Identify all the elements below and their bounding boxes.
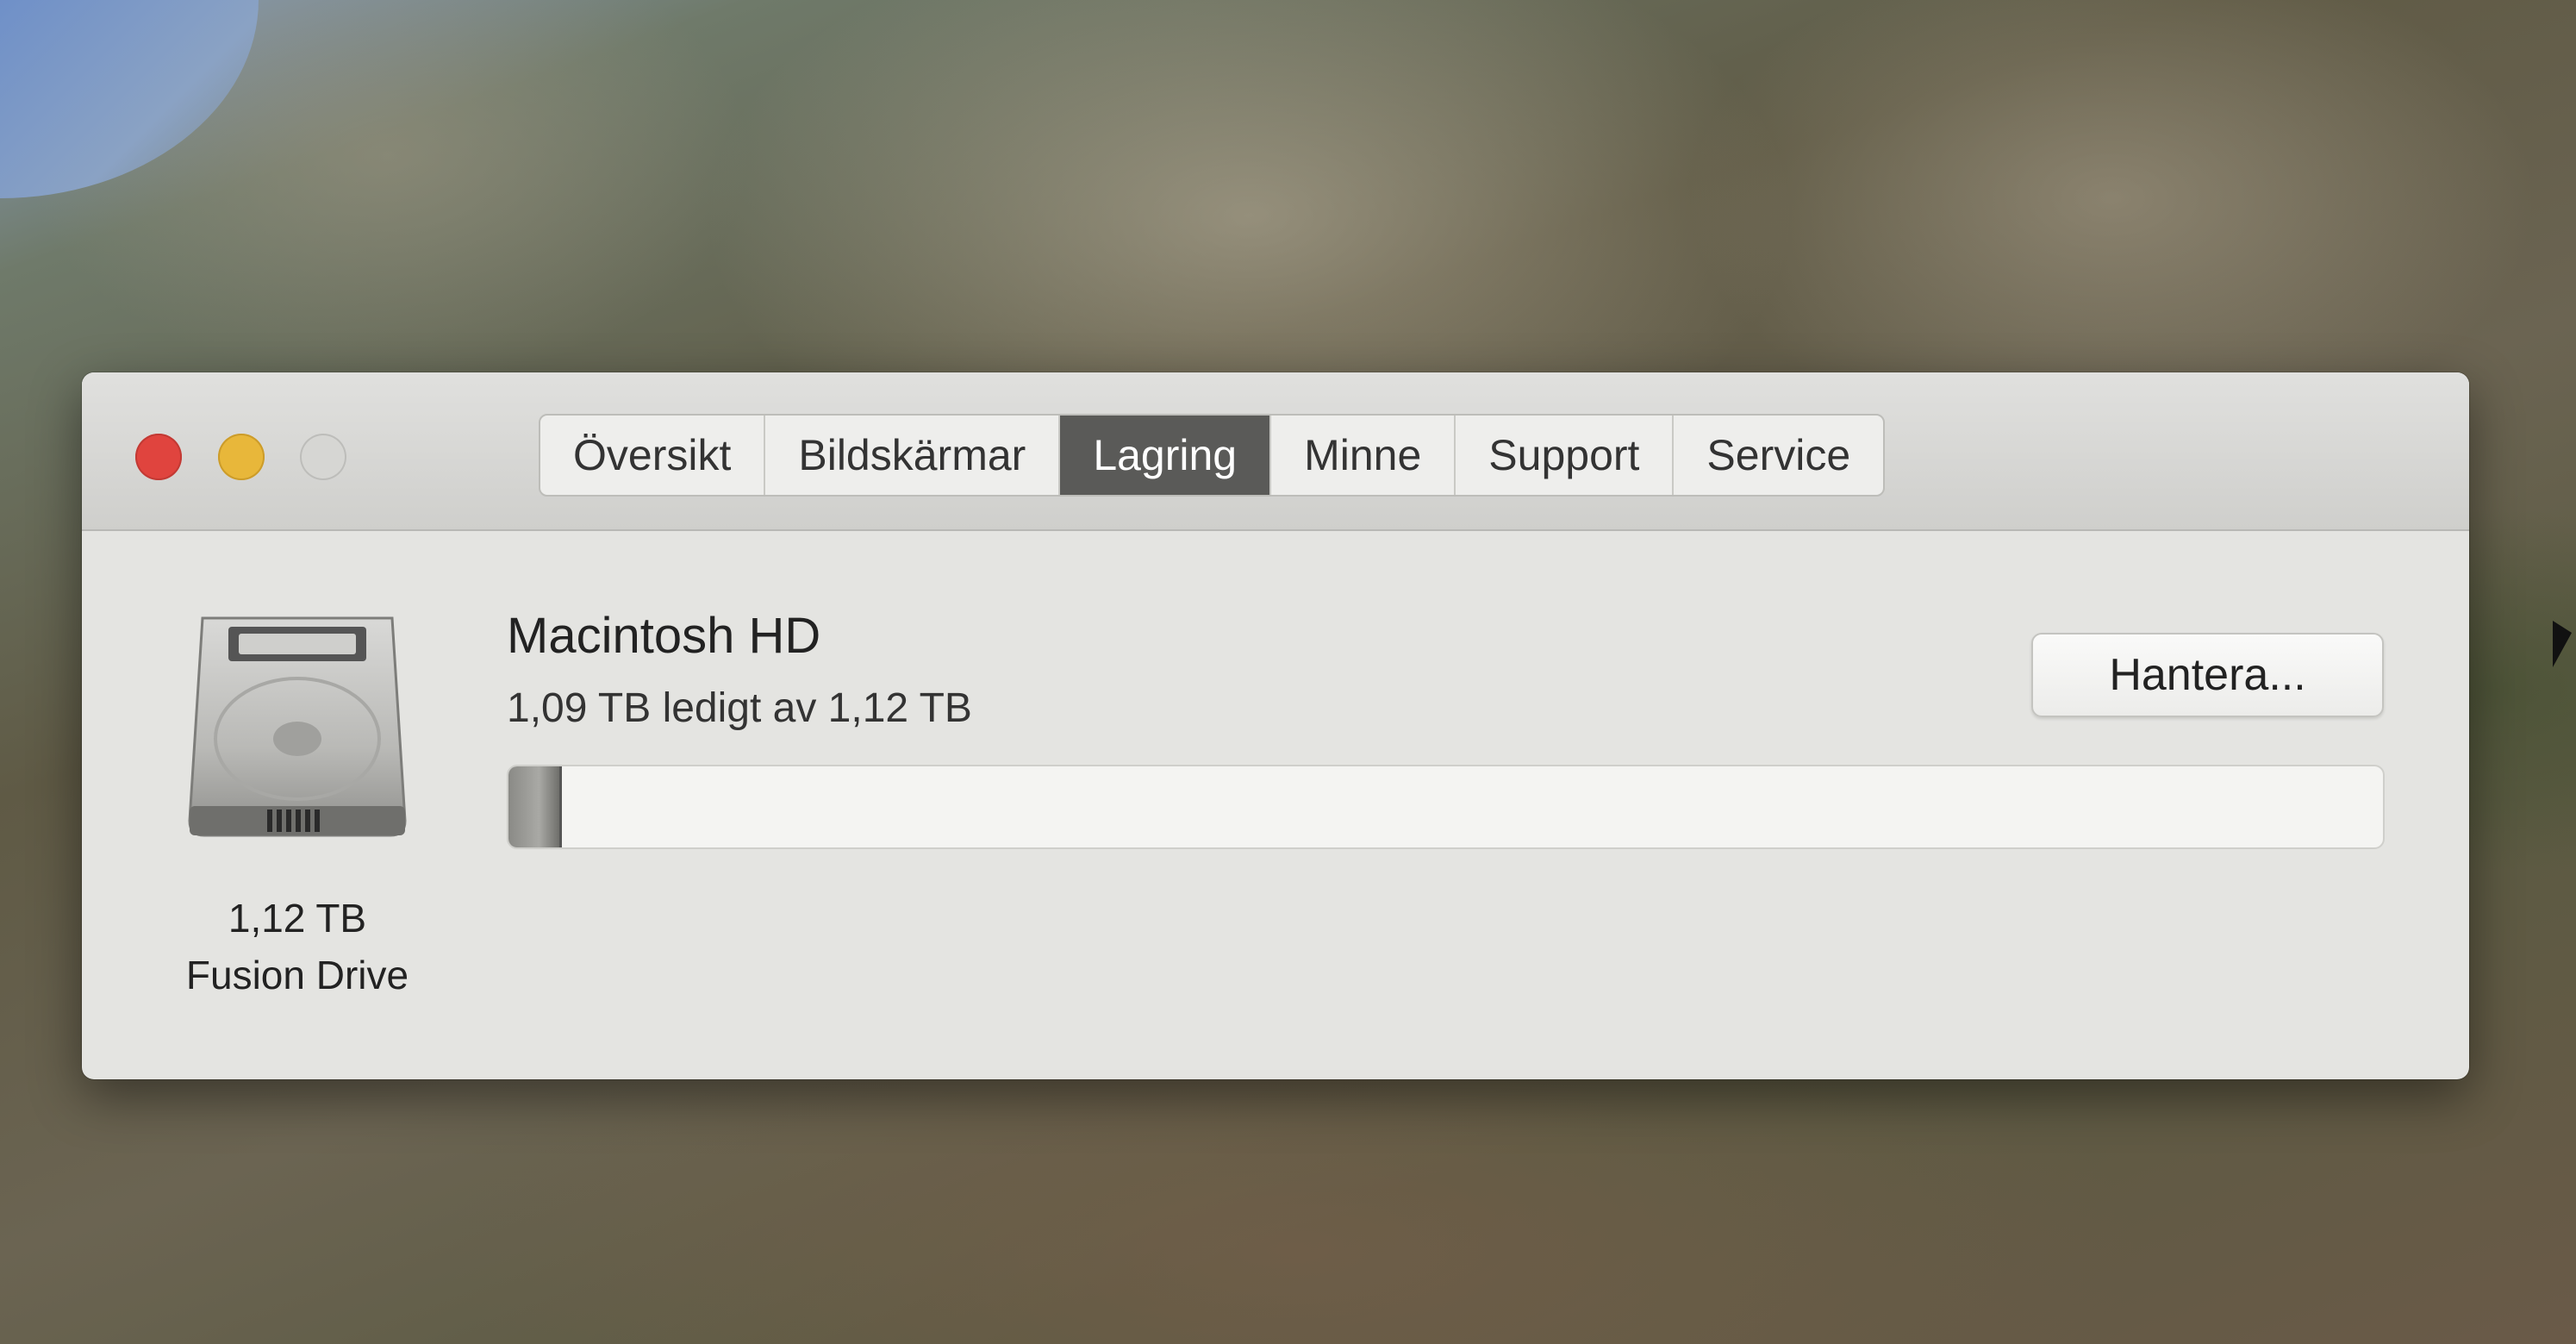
drive-type: Fusion Drive <box>185 953 409 997</box>
tab-bildskarmar[interactable]: Bildskärmar <box>765 416 1061 495</box>
tab-minne[interactable]: Minne <box>1271 416 1456 495</box>
volume-free-space: 1,09 TB ledigt av 1,12 TB <box>507 685 972 731</box>
volume-name: Macintosh HD <box>507 608 821 664</box>
wallpaper-sky <box>0 0 259 198</box>
close-button[interactable] <box>135 434 182 480</box>
mouse-cursor-icon <box>2553 621 2572 667</box>
drive-size: 1,12 TB <box>228 896 367 941</box>
hard-drive-icon <box>185 609 409 842</box>
about-this-mac-window: Översikt Bildskärmar Lagring Minne Suppo… <box>82 372 2469 1079</box>
tab-lagring[interactable]: Lagring <box>1060 416 1272 495</box>
tab-support[interactable]: Support <box>1456 416 1675 495</box>
manage-button[interactable]: Hantera... <box>2031 633 2384 717</box>
storage-used-segment <box>508 766 562 847</box>
tab-oversikt[interactable]: Översikt <box>540 416 766 495</box>
minimize-button[interactable] <box>218 434 265 480</box>
tab-service[interactable]: Service <box>1674 416 1883 495</box>
tab-bar: Översikt Bildskärmar Lagring Minne Suppo… <box>539 414 1886 497</box>
window-titlebar: Översikt Bildskärmar Lagring Minne Suppo… <box>82 372 2469 531</box>
zoom-button[interactable] <box>300 434 346 480</box>
storage-usage-bar <box>507 765 2385 849</box>
drive-caption: 1,12 TB Fusion Drive <box>134 890 461 1003</box>
